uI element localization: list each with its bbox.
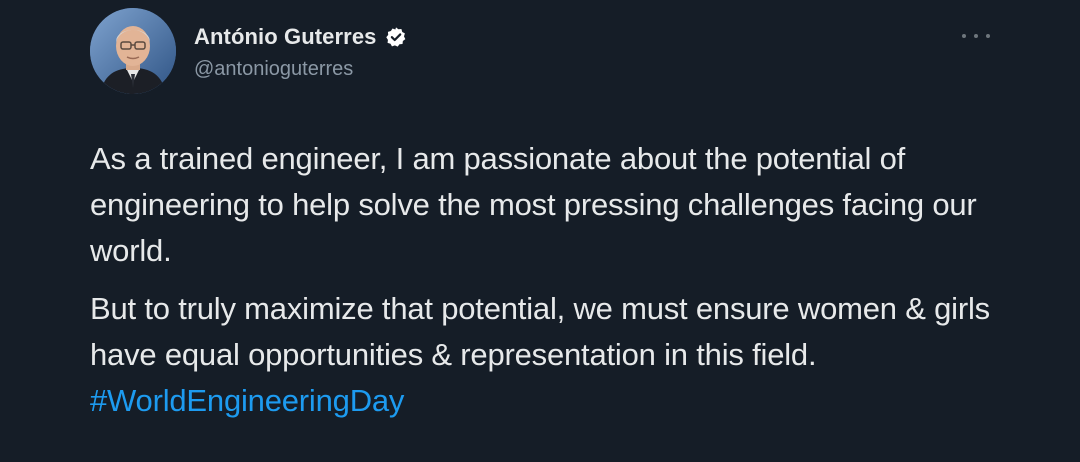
- more-options-button[interactable]: [962, 26, 990, 46]
- more-dot-icon: [974, 34, 978, 38]
- more-dot-icon: [986, 34, 990, 38]
- hashtag-link[interactable]: #WorldEngineeringDay: [90, 383, 404, 418]
- person-portrait-icon: [90, 8, 176, 94]
- tweet-paragraph-1: As a trained engineer, I am passionate a…: [90, 141, 977, 268]
- avatar[interactable]: [90, 8, 176, 94]
- author-name-row: António Guterres: [194, 24, 407, 50]
- tweet-paragraph-2-text: But to truly maximize that potential, we…: [90, 291, 990, 372]
- more-dot-icon: [962, 34, 966, 38]
- verified-badge-icon: [385, 26, 407, 48]
- author-display-name[interactable]: António Guterres: [194, 24, 377, 50]
- tweet-body: As a trained engineer, I am passionate a…: [90, 136, 1050, 424]
- tweet-paragraph-2: But to truly maximize that potential, we…: [90, 286, 1050, 424]
- tweet-card: António Guterres @antonioguterres As a t…: [0, 0, 1080, 462]
- author-handle[interactable]: @antonioguterres: [194, 58, 353, 81]
